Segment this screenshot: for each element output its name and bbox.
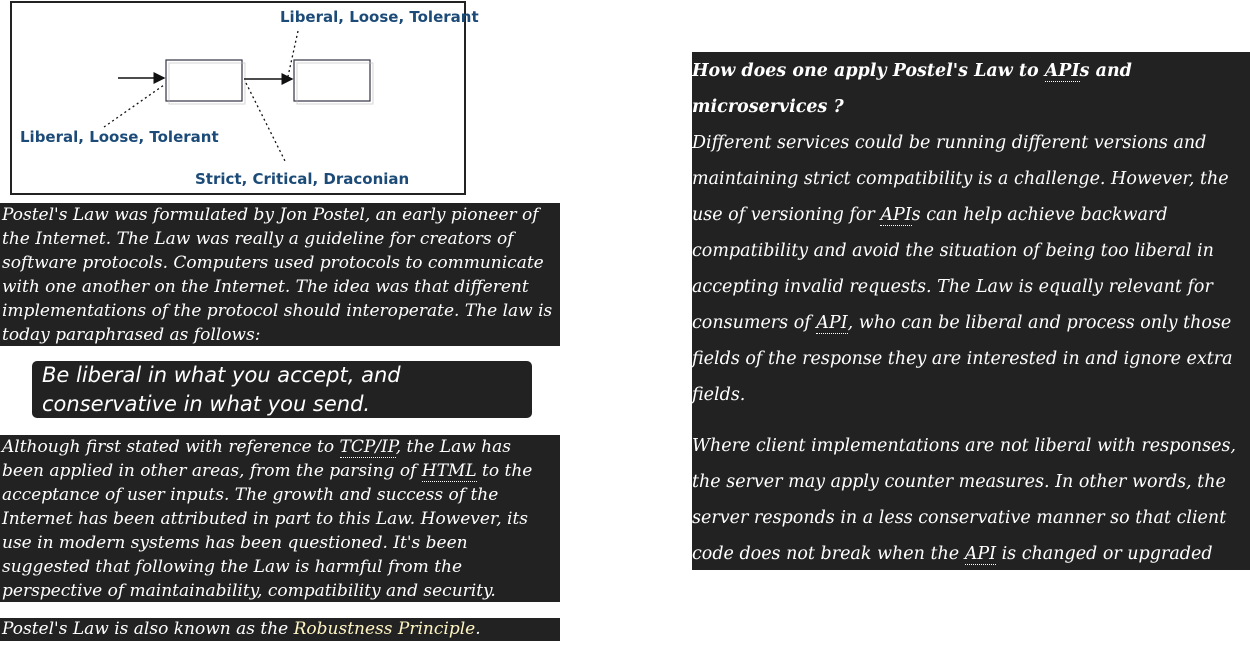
- abbr-api[interactable]: API: [1044, 61, 1080, 82]
- alias-suffix: .: [475, 619, 481, 639]
- sender-box: [165, 59, 243, 102]
- history-paragraph: Although first stated with reference to …: [0, 435, 560, 602]
- api-paragraph-1: Different services could be running diff…: [692, 125, 1250, 413]
- intro-paragraph: Postel's Law was formulated by Jon Poste…: [0, 203, 560, 346]
- label-bottom: Strict, Critical, Draconian: [195, 170, 410, 188]
- bottom-pointer: [245, 82, 287, 164]
- history-text-1: Although first stated with reference to: [2, 437, 340, 457]
- api-paragraph-2: Where client implementations are not lib…: [692, 428, 1250, 608]
- left-pointer: [103, 84, 165, 128]
- diagram-graphic: [103, 30, 374, 164]
- history-text-3: to the acceptance of user inputs. The gr…: [2, 461, 533, 601]
- abbr-api[interactable]: API: [816, 313, 848, 334]
- robustness-principle-term: Robustness Principle: [293, 619, 476, 639]
- api-section: How does one apply Postel's Law to APIs …: [692, 52, 1250, 600]
- abbr-api[interactable]: API: [964, 544, 997, 565]
- question-text-1: How does one apply Postel's Law to: [692, 61, 1045, 81]
- abbr-html[interactable]: HTML: [421, 461, 477, 482]
- label-top: Liberal, Loose, Tolerant: [280, 8, 479, 26]
- law-quote: Be liberal in what you accept, and conse…: [32, 361, 532, 418]
- label-left: Liberal, Loose, Tolerant: [20, 128, 219, 146]
- alias-line: Postel's Law is also known as the Robust…: [0, 618, 560, 641]
- abbr-tcpip[interactable]: TCP/IP: [339, 437, 396, 458]
- robustness-diagram: Liberal, Loose, Tolerant Liberal, Loose,…: [10, 1, 479, 195]
- abbr-api[interactable]: API: [880, 205, 912, 226]
- api-question: How does one apply Postel's Law to APIs …: [692, 53, 1250, 125]
- receiver-box: [293, 59, 371, 102]
- alias-prefix: Postel's Law is also known as the: [2, 619, 294, 639]
